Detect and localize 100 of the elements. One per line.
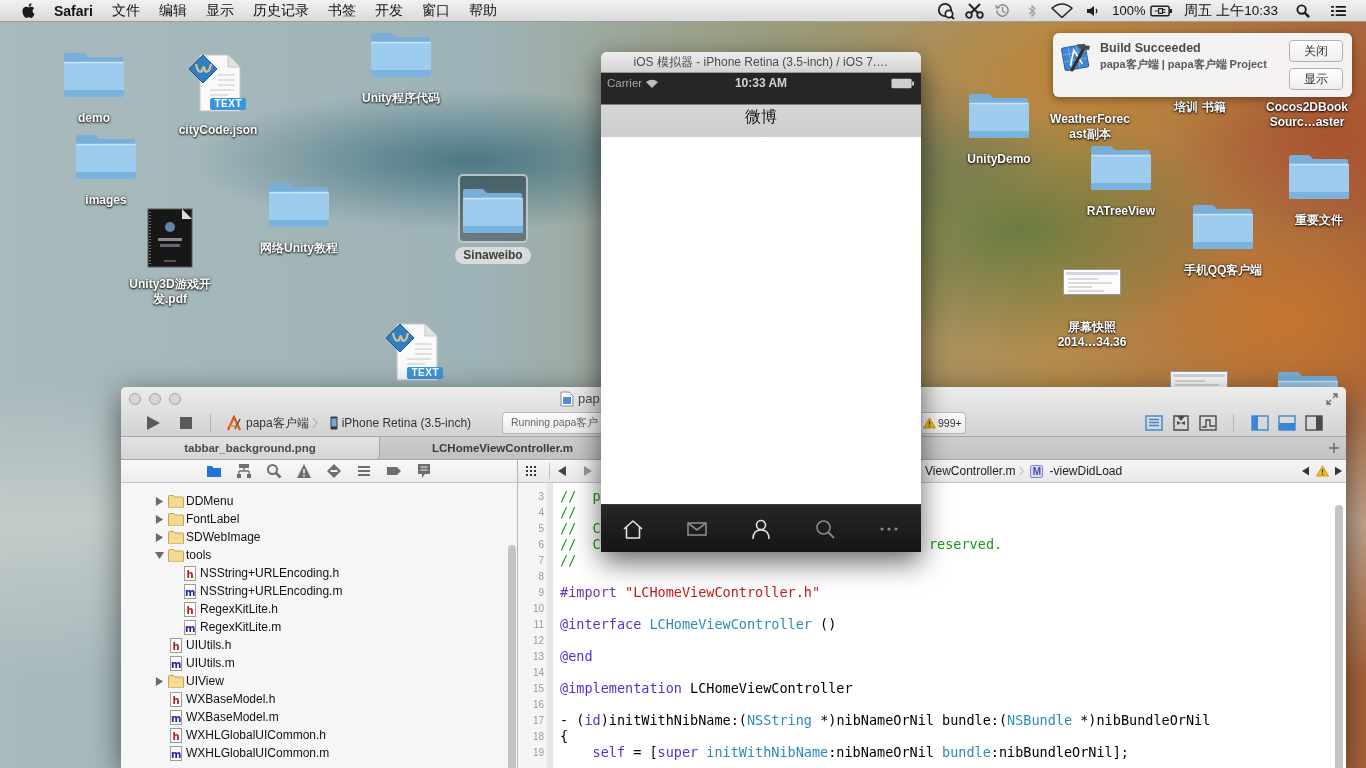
- back-arrow-icon[interactable]: [558, 466, 566, 476]
- folder-icon[interactable]: [1090, 143, 1152, 191]
- device-name[interactable]: iPhone Retina (3.5-inch): [341, 416, 472, 430]
- icon-label[interactable]: 手机QQ客户端: [1183, 263, 1263, 278]
- speaker-icon[interactable]: [1086, 4, 1099, 17]
- apple-logo-icon[interactable]: [21, 2, 35, 19]
- tree-item[interactable]: SDWebImage: [186, 530, 261, 544]
- folder-icon[interactable]: [458, 174, 528, 243]
- folder-icon[interactable]: [1288, 152, 1350, 200]
- folder-icon[interactable]: [206, 463, 222, 479]
- forward-arrow-icon[interactable]: [584, 466, 592, 476]
- battery-icon[interactable]: [1150, 4, 1174, 17]
- tree-item[interactable]: RegexKitLite.h: [200, 602, 279, 616]
- menu-item[interactable]: 开发: [374, 1, 403, 20]
- step-graph-icon[interactable]: [1199, 415, 1217, 431]
- icon-label[interactable]: Sinaweibo: [455, 247, 531, 264]
- window-title: iOS 模拟器 - iPhone Retina (3.5-inch) / iOS 7.…: [633, 53, 889, 71]
- tree-item[interactable]: RegexKitLite.m: [200, 620, 282, 634]
- menu-item[interactable]: 历史记录: [252, 1, 309, 20]
- menu-clock[interactable]: 周五 上午10:33: [1184, 1, 1278, 20]
- app-menu[interactable]: Safari: [54, 2, 93, 19]
- menu-item[interactable]: 窗口: [421, 1, 450, 20]
- tree-item[interactable]: UIUtils.h: [186, 638, 232, 652]
- battery-percent: 100%: [1112, 3, 1146, 18]
- scrollbar-thumb[interactable]: [508, 545, 516, 768]
- plus-icon[interactable]: [1329, 443, 1339, 453]
- disclosure-triangle-icon[interactable]: [155, 532, 164, 542]
- search-icon[interactable]: [1296, 3, 1310, 18]
- issue-indicator[interactable]: 999+: [922, 412, 966, 434]
- diamond-minus-icon[interactable]: [326, 463, 342, 479]
- tree-item[interactable]: UIUtils.m: [186, 656, 235, 670]
- expand-arrows-icon[interactable]: [1326, 392, 1338, 405]
- disclosure-triangle-icon[interactable]: [155, 676, 164, 686]
- person-icon[interactable]: [750, 517, 772, 540]
- folder-icon[interactable]: [968, 91, 1030, 139]
- tree-item[interactable]: WXHLGlobalUICommon.h: [186, 728, 327, 742]
- list-icon[interactable]: [1331, 4, 1346, 17]
- speech-bubble-icon[interactable]: [416, 463, 432, 479]
- folder-icon[interactable]: [1192, 202, 1254, 250]
- scheme-name[interactable]: papa客户端: [246, 414, 309, 432]
- book-cover-icon[interactable]: [146, 208, 194, 268]
- warning-icon[interactable]: [923, 417, 936, 429]
- left-panel-icon[interactable]: [1251, 415, 1269, 431]
- tree-item[interactable]: tools: [186, 548, 212, 562]
- breadcrumb-file[interactable]: ViewController.m: [925, 464, 1016, 478]
- run-button[interactable]: [145, 415, 161, 431]
- icon-label[interactable]: UnityDemo: [967, 152, 1031, 167]
- editor-tab[interactable]: tabbar_background.png: [121, 437, 380, 459]
- tree-item[interactable]: WXHLGlobalUICommon.m: [186, 746, 330, 760]
- left-arrow-icon[interactable]: [1302, 466, 1309, 476]
- menu-item[interactable]: 显示: [205, 1, 234, 20]
- wifi-icon[interactable]: [1051, 3, 1074, 18]
- tree-item[interactable]: WXBaseModel.m: [186, 710, 279, 724]
- clock-arrow-icon[interactable]: [994, 2, 1012, 19]
- tree-item[interactable]: FontLabel: [186, 512, 240, 526]
- code-line: self = [super initWithNibName:nibNameOrNil bundle:nibBundleOrNil];: [591, 744, 1129, 760]
- circle-lens-icon[interactable]: [937, 1, 956, 20]
- menu-item[interactable]: 书签: [327, 1, 356, 20]
- tuxedo-icon[interactable]: [1172, 415, 1190, 431]
- menu-item[interactable]: 帮助: [468, 1, 497, 20]
- menu-item[interactable]: 编辑: [158, 1, 187, 20]
- bluetooth-icon[interactable]: [1028, 3, 1037, 18]
- notification-button[interactable]: 关闭: [1289, 40, 1343, 62]
- menu-item[interactable]: 文件: [111, 1, 140, 20]
- bottom-panel-icon[interactable]: [1278, 415, 1296, 431]
- screenshot-thumbnail-icon[interactable]: [1170, 371, 1228, 387]
- tree-item[interactable]: UIView: [186, 674, 224, 688]
- lines-editor-icon[interactable]: [1145, 415, 1163, 431]
- warning-icon[interactable]: [1316, 465, 1329, 477]
- phone-icon[interactable]: [329, 416, 338, 430]
- line-number: 14: [531, 666, 545, 678]
- icon-label[interactable]: RATreeView: [1086, 204, 1156, 219]
- hierarchy-icon[interactable]: [236, 463, 252, 479]
- house-icon[interactable]: [622, 517, 644, 540]
- icon-label[interactable]: 重要文件: [1295, 213, 1343, 228]
- tree-item[interactable]: NSString+URLEncoding.h: [200, 566, 340, 580]
- screenshot-thumbnail-icon[interactable]: [1063, 269, 1121, 295]
- disclosure-triangle-icon[interactable]: [155, 550, 164, 560]
- line-number: 5: [537, 522, 545, 534]
- disclosure-triangle-icon[interactable]: [155, 496, 164, 506]
- right-arrow-icon[interactable]: [1335, 466, 1342, 476]
- disclosure-triangle-icon[interactable]: [155, 514, 164, 524]
- notification-button[interactable]: 显示: [1289, 68, 1343, 90]
- breadcrumb-method[interactable]: -viewDidLoad: [1049, 464, 1123, 478]
- scissors-icon[interactable]: [965, 2, 985, 19]
- right-panel-icon[interactable]: [1305, 415, 1323, 431]
- notification-title: Build Succeeded: [1100, 40, 1201, 56]
- triangle-hammer-icon[interactable]: [226, 415, 242, 431]
- icon-label[interactable]: 培训 书籍: [1174, 100, 1226, 115]
- scrollbar-thumb[interactable]: [1335, 505, 1343, 768]
- icon-label[interactable]: Cocos2DBook Sourc…aster: [1266, 100, 1348, 130]
- tree-item[interactable]: DDMenu: [186, 494, 234, 508]
- grid-icon[interactable]: [526, 466, 536, 476]
- warning-icon[interactable]: [296, 463, 312, 479]
- code-line: // C: [560, 520, 601, 536]
- line-number: 9: [537, 586, 545, 598]
- tree-item[interactable]: NSString+URLEncoding.m: [200, 584, 343, 598]
- dots-icon[interactable]: [880, 526, 898, 531]
- issue-count[interactable]: 999+: [938, 417, 962, 429]
- tree-item[interactable]: WXBaseModel.h: [186, 692, 276, 706]
